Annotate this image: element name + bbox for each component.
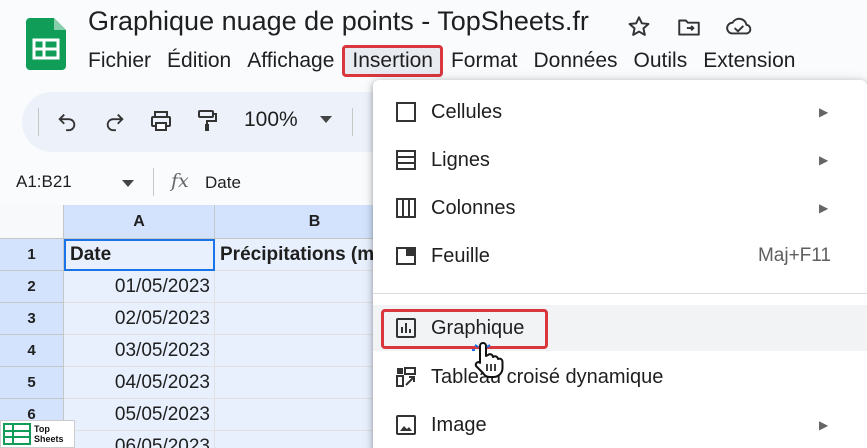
cell-a4[interactable]: 03/05/2023 [64,335,215,367]
menu-item-shortcut: Maj+F11 [757,245,831,266]
menu-item-cells[interactable]: Cellules ▶ [373,89,867,135]
menu-item-label: Colonnes [431,196,516,219]
column-header-a[interactable]: A [64,205,215,239]
zoom-select[interactable]: 100% [244,108,298,132]
submenu-arrow-icon: ▶ [819,105,829,119]
submenu-arrow-icon: ▶ [819,153,829,167]
app-window: Graphique nuage de points - TopSheets.fr… [0,0,867,448]
menu-item-columns[interactable]: Colonnes ▶ [373,185,867,231]
square-icon [393,99,419,125]
menu-item-label: Cellules [431,100,503,123]
toolbar-divider [38,108,39,136]
row-header[interactable]: 3 [0,303,64,335]
image-icon [393,412,419,438]
rows-icon [393,147,419,173]
menu-view[interactable]: Affichage [239,45,342,77]
row-header[interactable]: 5 [0,367,64,399]
title-actions [624,12,754,42]
toolbar-divider [352,108,353,136]
document-title[interactable]: Graphique nuage de points - TopSheets.fr [88,6,589,37]
menu-data[interactable]: Données [525,45,625,77]
print-icon[interactable] [146,106,176,136]
cell-a5[interactable]: 04/05/2023 [64,367,215,399]
redo-icon[interactable] [100,106,130,136]
name-box[interactable]: A1:B21 [16,172,72,192]
topsheets-watermark: Top Sheets [0,420,75,448]
menu-format[interactable]: Format [443,45,526,77]
row-header[interactable]: 1 [0,239,64,271]
menu-item-label: Image [431,413,487,436]
chevron-down-icon[interactable] [320,116,332,124]
menu-edit[interactable]: Édition [159,45,239,77]
row-header[interactable]: 4 [0,335,64,367]
menu-file[interactable]: Fichier [80,45,159,77]
formula-divider [153,168,154,196]
hand-cursor-icon [472,342,504,378]
row-header[interactable]: 2 [0,271,64,303]
menu-item-sheet[interactable]: Feuille Maj+F11 [373,233,867,279]
chart-highlight-annotation [381,309,548,349]
topsheets-logo-icon [3,423,31,445]
menu-item-label: Feuille [431,244,490,267]
insert-menu-dropdown: Cellules ▶ Lignes ▶ Colonnes ▶ Feuille M… [373,80,867,448]
menu-divider [373,293,867,294]
cloud-saved-icon[interactable] [724,12,754,42]
cell-a7[interactable]: 06/05/2023 [64,431,215,448]
menu-bar: Fichier Édition Affichage Insertion Form… [80,44,803,78]
cell-a3[interactable]: 02/05/2023 [64,303,215,335]
select-all-corner[interactable] [0,205,64,239]
undo-icon[interactable] [52,106,82,136]
pivot-table-icon [393,364,419,390]
cell-a2[interactable]: 01/05/2023 [64,271,215,303]
sheet-icon [393,243,419,269]
menu-tools[interactable]: Outils [626,45,696,77]
cell-a6[interactable]: 05/05/2023 [64,399,215,431]
function-icon: fx [171,170,189,192]
formula-input[interactable]: Date [205,173,241,193]
watermark-text: Top Sheets [34,424,64,444]
cell-a1[interactable]: Date [64,239,215,271]
move-folder-icon[interactable] [674,12,704,42]
chevron-down-icon[interactable] [122,180,134,188]
submenu-arrow-icon: ▶ [819,201,829,215]
menu-item-rows[interactable]: Lignes ▶ [373,137,867,183]
menu-insert[interactable]: Insertion [342,45,443,77]
menu-item-pivot-table[interactable]: Tableau croisé dynamique [373,354,867,400]
menu-item-image[interactable]: Image ▶ [373,402,867,448]
menu-extensions[interactable]: Extension [695,45,803,77]
sheets-logo-icon[interactable] [26,18,66,70]
columns-icon [393,195,419,221]
menu-item-label: Lignes [431,148,490,171]
star-icon[interactable] [624,12,654,42]
paint-format-icon[interactable] [192,106,222,136]
menu-item-label: Tableau croisé dynamique [431,365,664,388]
submenu-arrow-icon: ▶ [819,418,829,432]
